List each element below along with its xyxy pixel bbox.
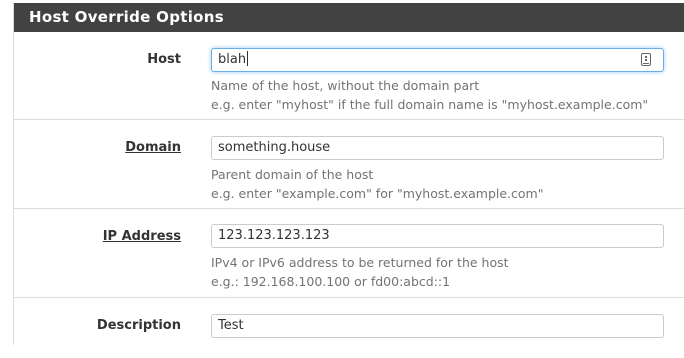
keyboard-icon[interactable] xyxy=(641,53,651,66)
description-input[interactable]: Test xyxy=(211,314,664,338)
host-help: Name of the host, without the domain par… xyxy=(211,76,648,114)
ip-address-help-line-2: e.g.: 192.168.100.100 or fd00:abcd::1 xyxy=(211,274,451,289)
host-input[interactable]: blah xyxy=(211,48,664,72)
domain-input-value: something.house xyxy=(218,140,331,155)
domain-row: Domain something.house Parent domain of … xyxy=(14,120,684,209)
description-row: Description Test xyxy=(14,298,684,358)
text-caret xyxy=(247,51,249,66)
ip-address-row: IP Address 123.123.123.123 IPv4 or IPv6 … xyxy=(14,209,684,298)
description-label: Description xyxy=(96,318,181,333)
description-input-value: Test xyxy=(218,318,244,333)
domain-help: Parent domain of the host e.g. enter "ex… xyxy=(211,165,543,203)
host-label: Host xyxy=(147,52,181,67)
host-override-panel: Host Override Options Host blah Name of … xyxy=(13,3,684,345)
ip-address-input-value: 123.123.123.123 xyxy=(218,228,330,243)
ip-address-help: IPv4 or IPv6 address to be returned for … xyxy=(211,253,509,291)
domain-input[interactable]: something.house xyxy=(211,136,664,160)
domain-label: Domain xyxy=(125,140,181,155)
host-help-line-2: e.g. enter "myhost" if the full domain n… xyxy=(211,97,649,112)
domain-help-line-2: e.g. enter "example.com" for "myhost.exa… xyxy=(211,186,544,201)
panel-title: Host Override Options xyxy=(14,3,684,32)
host-row: Host blah Name of the host, without the … xyxy=(14,32,684,120)
domain-help-line-1: Parent domain of the host xyxy=(211,167,374,182)
ip-address-input[interactable]: 123.123.123.123 xyxy=(211,224,664,248)
ip-address-label: IP Address xyxy=(102,229,181,244)
host-input-value: blah xyxy=(218,52,247,67)
host-help-line-1: Name of the host, without the domain par… xyxy=(211,78,480,93)
ip-address-help-line-1: IPv4 or IPv6 address to be returned for … xyxy=(211,255,509,270)
